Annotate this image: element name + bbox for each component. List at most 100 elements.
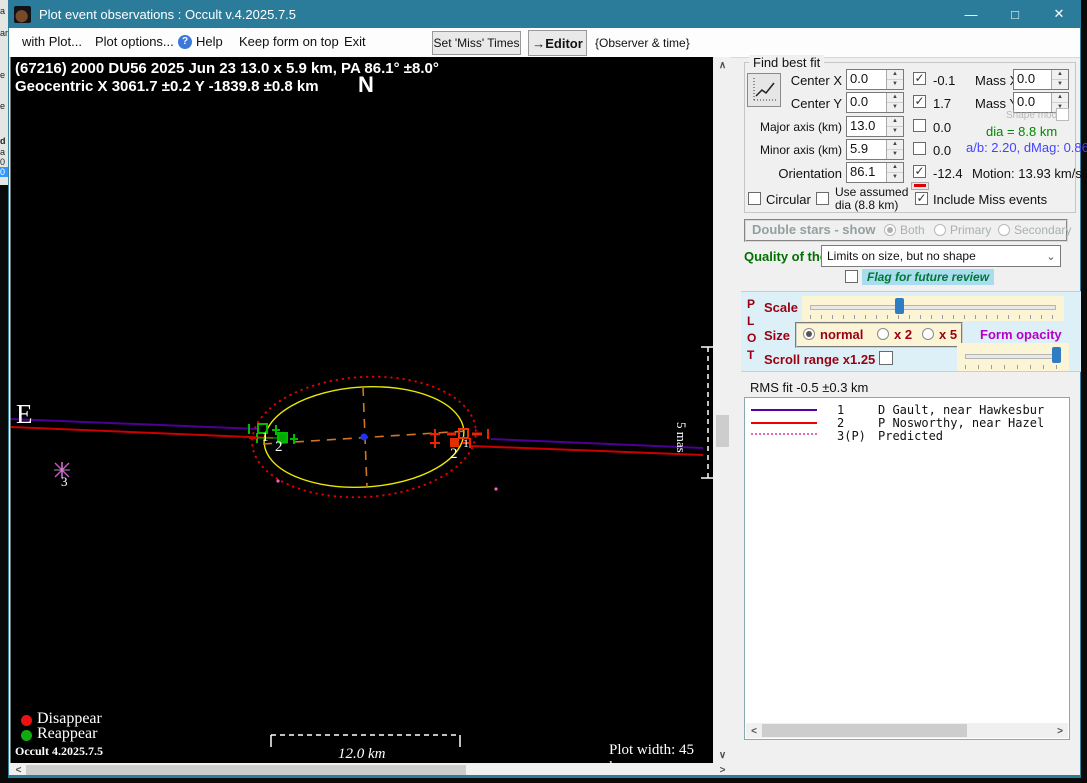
double-stars-secondary-label: Secondary: [1014, 223, 1071, 237]
mass-x-spinner[interactable]: ▲▼: [1051, 70, 1068, 89]
bg-strip-text: 0: [0, 157, 8, 167]
major-axis-delta: 0.0: [933, 120, 951, 135]
size-normal-radio[interactable]: [803, 328, 815, 340]
major-axis-input[interactable]: 13.0 ▲▼: [846, 116, 904, 137]
set-miss-times-button[interactable]: Set 'Miss' Times: [432, 31, 521, 55]
minor-axis-adjust-checkbox[interactable]: [913, 142, 926, 155]
bg-strip-text: a: [0, 147, 8, 157]
minimize-button[interactable]: —: [949, 0, 993, 28]
help-icon: ?: [178, 35, 192, 49]
menu-with-plot[interactable]: with Plot...: [22, 34, 82, 49]
size-x5-radio[interactable]: [922, 328, 934, 340]
mass-x-label: Mass X: [975, 73, 1018, 88]
scroll-right-icon[interactable]: >: [1054, 725, 1066, 738]
menu-exit[interactable]: Exit: [344, 34, 366, 49]
center-x-delta: -0.1: [933, 73, 955, 88]
menu-help[interactable]: Help: [196, 34, 223, 49]
minor-axis-label: Minor axis (km): [744, 143, 842, 157]
plot-area[interactable]: (67216) 2000 DU56 2025 Jun 23 13.0 x 5.9…: [10, 57, 713, 763]
scale-bar-label: 12.0 km: [338, 746, 386, 763]
plot-vscroll-thumb[interactable]: [716, 415, 729, 447]
size-normal-label: normal: [820, 327, 863, 342]
reappear-legend-dot: [21, 730, 32, 741]
miss-observer-label: 3: [61, 474, 68, 490]
center-y-spinner[interactable]: ▲▼: [886, 93, 903, 112]
mass-x-input[interactable]: 0.0 ▲▼: [1013, 69, 1069, 90]
spinner-up-icon: ▲: [1052, 70, 1068, 80]
scroll-left-icon[interactable]: <: [748, 725, 760, 738]
form-opacity-slider[interactable]: [957, 343, 1069, 371]
observer-list-scrollbar[interactable]: < >: [746, 723, 1068, 738]
maximize-button[interactable]: □: [993, 0, 1037, 28]
center-y-adjust-checkbox[interactable]: [913, 95, 926, 108]
major-axis-adjust-checkbox[interactable]: [913, 119, 926, 132]
double-stars-both-radio: [884, 224, 896, 236]
north-direction-label: N: [358, 72, 374, 98]
editor-button[interactable]: →Editor: [528, 30, 587, 56]
plot-vertical-label: P L O T: [747, 296, 756, 364]
scroll-up-icon[interactable]: ∧: [714, 59, 731, 72]
observer-list-scroll-thumb[interactable]: [762, 724, 967, 737]
menu-bar: with Plot... Plot options... ? Help Keep…: [9, 28, 1080, 58]
find-best-fit-title: Find best fit: [749, 55, 824, 70]
red-dash-icon: [914, 184, 926, 187]
chord2-right-label: 2: [450, 446, 458, 463]
spinner-up-icon: ▲: [887, 93, 903, 103]
center-x-input[interactable]: 0.0 ▲▼: [846, 69, 904, 90]
scroll-down-icon[interactable]: ∨: [714, 749, 731, 762]
scale-slider[interactable]: [802, 296, 1064, 321]
quality-of-fit-dropdown[interactable]: Limits on size, but no shape ⌄: [821, 245, 1061, 267]
spinner-down-icon: ▼: [887, 127, 903, 136]
center-x-adjust-checkbox[interactable]: [913, 72, 926, 85]
occultation-plot-canvas: [11, 57, 714, 763]
plot-vertical-scrollbar[interactable]: ∧ ∨: [714, 57, 731, 764]
orientation-adjust-checkbox[interactable]: [913, 165, 926, 178]
center-y-input[interactable]: 0.0 ▲▼: [846, 92, 904, 113]
form-opacity-thumb[interactable]: [1052, 347, 1061, 363]
double-stars-both-label: Both: [900, 223, 925, 237]
chord2-left-label: 2: [275, 439, 283, 456]
double-stars-title: Double stars - show: [752, 222, 876, 237]
center-x-spinner[interactable]: ▲▼: [886, 70, 903, 89]
form-opacity-track: [965, 354, 1061, 359]
scroll-range-checkbox[interactable]: [879, 351, 893, 365]
flag-review-checkbox[interactable]: [845, 270, 858, 283]
minor-axis-spinner[interactable]: ▲▼: [886, 140, 903, 159]
minor-axis-input[interactable]: 5.9 ▲▼: [846, 139, 904, 160]
double-stars-primary-radio: [934, 224, 946, 236]
bg-strip-text: e: [0, 101, 8, 111]
chord-2-line: [11, 427, 703, 455]
spinner-down-icon: ▼: [887, 103, 903, 112]
mass-y-label: Mass Y: [975, 96, 1018, 111]
minor-axis-delta: 0.0: [933, 143, 951, 158]
size-x2-radio[interactable]: [877, 328, 889, 340]
rms-fit-label: RMS fit -0.5 ±0.3 km: [750, 380, 868, 395]
plot-title-line1: (67216) 2000 DU56 2025 Jun 23 13.0 x 5.9…: [15, 60, 439, 77]
scale-slider-thumb[interactable]: [895, 298, 904, 314]
menu-plot-options[interactable]: Plot options...: [95, 34, 174, 49]
close-button[interactable]: ✕: [1037, 0, 1081, 28]
window-bottom-border: [8, 775, 1081, 778]
circular-label: Circular: [766, 192, 811, 207]
use-assumed-dia-checkbox[interactable]: [816, 192, 829, 205]
include-miss-checkbox[interactable]: [915, 192, 928, 205]
plot-title-line2: Geocentric X 3061.7 ±0.2 Y -1839.8 ±0.8 …: [15, 78, 319, 95]
orientation-input[interactable]: 86.1 ▲▼: [846, 162, 904, 183]
scale-label: Scale: [764, 300, 798, 315]
bg-strip-text: e: [0, 70, 8, 80]
title-bar[interactable]: Plot event observations : Occult v.4.202…: [8, 0, 1081, 28]
major-axis-spinner[interactable]: ▲▼: [886, 117, 903, 136]
orientation-color-button[interactable]: [911, 182, 929, 190]
observer-list[interactable]: 1 D Gault, near Hawkesbur 2 P Nosworthy,…: [744, 397, 1070, 740]
disappear-legend-dot: [21, 715, 32, 726]
orientation-spinner[interactable]: ▲▼: [886, 163, 903, 182]
chord1-left-label: 1: [262, 429, 269, 445]
spinner-down-icon: ▼: [887, 150, 903, 159]
menu-keep-on-top[interactable]: Keep form on top: [239, 34, 339, 49]
chord1-legend-line: [751, 409, 817, 411]
circular-checkbox[interactable]: [748, 192, 761, 205]
background-app-strip: a ar e e d a 0 0: [0, 0, 8, 185]
size-x5-label: x 5: [939, 327, 957, 342]
observer-name: P Nosworthy, near Hazel: [878, 416, 1044, 430]
bg-strip-text: a: [0, 6, 8, 16]
